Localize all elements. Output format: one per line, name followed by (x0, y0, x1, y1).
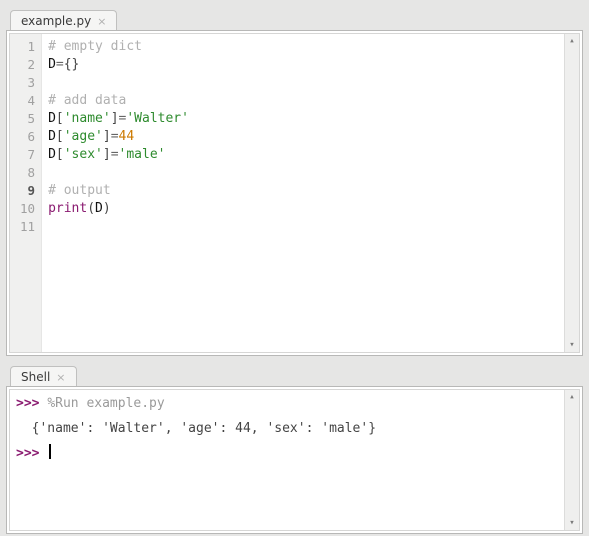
scroll-down-icon[interactable]: ▾ (565, 338, 579, 352)
code-line: # output (48, 182, 558, 200)
editor-tab-bar: example.py × (6, 6, 583, 30)
editor-gutter: 1234567891011 (10, 34, 42, 352)
tab-label: example.py (21, 14, 91, 28)
shell-panel: Shell × >>> %Run example.py {'name': 'Wa… (6, 362, 583, 534)
line-number: 4 (20, 92, 35, 110)
shell-line: {'name': 'Walter', 'age': 44, 'sex': 'ma… (16, 419, 558, 438)
code-line: D={} (48, 56, 558, 74)
close-icon[interactable]: × (97, 16, 106, 27)
line-number: 3 (20, 74, 35, 92)
code-line: # empty dict (48, 38, 558, 56)
code-line: D['name']='Walter' (48, 110, 558, 128)
shell-scrollbar[interactable]: ▴ ▾ (564, 390, 579, 530)
line-number: 7 (20, 146, 35, 164)
shell-code[interactable]: >>> %Run example.py {'name': 'Walter', '… (10, 390, 564, 530)
shell-tab-bar: Shell × (6, 362, 583, 386)
editor-panel: example.py × 1234567891011 # empty dictD… (6, 6, 583, 356)
code-line: # add data (48, 92, 558, 110)
line-number: 11 (20, 218, 35, 236)
code-line (48, 218, 558, 236)
text-cursor (49, 444, 50, 459)
line-number: 10 (20, 200, 35, 218)
tab-example-py[interactable]: example.py × (10, 10, 117, 31)
editor-code[interactable]: # empty dictD={} # add dataD['name']='Wa… (42, 34, 564, 352)
scroll-down-icon[interactable]: ▾ (565, 516, 579, 530)
shell-line: >>> (16, 444, 558, 463)
line-number: 6 (20, 128, 35, 146)
tab-shell[interactable]: Shell × (10, 366, 77, 387)
shell-pane: >>> %Run example.py {'name': 'Walter', '… (6, 386, 583, 534)
tab-label: Shell (21, 370, 50, 384)
editor-scrollbar[interactable]: ▴ ▾ (564, 34, 579, 352)
line-number: 2 (20, 56, 35, 74)
code-line: D['sex']='male' (48, 146, 558, 164)
editor-pane: 1234567891011 # empty dictD={} # add dat… (6, 30, 583, 356)
line-number: 1 (20, 38, 35, 56)
shell-line: >>> %Run example.py (16, 394, 558, 413)
code-line: print(D) (48, 200, 558, 218)
code-line (48, 74, 558, 92)
code-line (48, 164, 558, 182)
line-number: 5 (20, 110, 35, 128)
scroll-up-icon[interactable]: ▴ (565, 34, 579, 48)
line-number: 9 (20, 182, 35, 200)
line-number: 8 (20, 164, 35, 182)
scroll-up-icon[interactable]: ▴ (565, 390, 579, 404)
code-line: D['age']=44 (48, 128, 558, 146)
close-icon[interactable]: × (56, 372, 65, 383)
